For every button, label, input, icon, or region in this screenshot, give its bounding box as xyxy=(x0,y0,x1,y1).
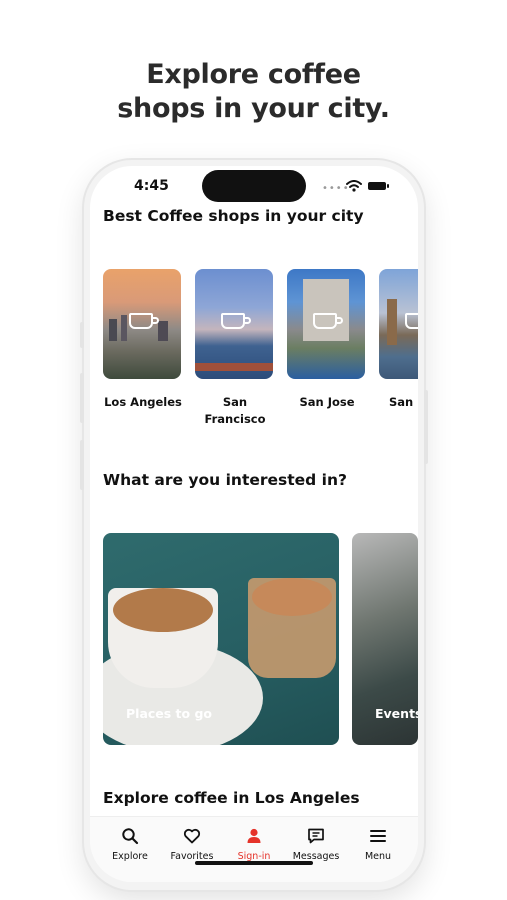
city-label-line1: San D xyxy=(389,395,418,409)
city-label: San Francisco xyxy=(195,394,275,428)
city-card-san-jose[interactable]: San Jose xyxy=(287,269,367,411)
city-card-san-francisco[interactable]: San Francisco xyxy=(195,269,275,428)
tab-bar: Explore Favorites Sign-in Messages Menu xyxy=(90,816,418,882)
latte-art-shape-2 xyxy=(252,578,332,616)
city-label: San D xyxy=(379,394,418,411)
home-indicator xyxy=(195,861,313,865)
city-label-line1: Los Angeles xyxy=(104,395,182,409)
interest-card-places-to-go[interactable]: Places to go xyxy=(103,533,339,745)
city-image-los-angeles xyxy=(103,269,181,379)
tab-sign-in[interactable]: Sign-in xyxy=(222,827,286,862)
phone-power-button xyxy=(424,390,428,464)
city-label: San Jose xyxy=(287,394,367,411)
city-card-los-angeles[interactable]: Los Angeles xyxy=(103,269,183,411)
heart-icon xyxy=(183,828,201,844)
interest-label: Events xyxy=(375,706,418,721)
interest-label: Places to go xyxy=(126,706,213,721)
explore-city-heading: Explore coffee in Los Angeles xyxy=(103,789,360,807)
best-shops-heading: Best Coffee shops in your city xyxy=(103,207,364,225)
interest-card-events[interactable]: Events xyxy=(352,533,418,745)
phone-mute-button xyxy=(80,322,84,348)
interests-heading: What are you interested in? xyxy=(103,471,347,489)
coffee-cup-icon xyxy=(405,313,418,329)
wifi-icon xyxy=(346,180,362,192)
person-icon xyxy=(247,828,261,843)
tab-favorites[interactable]: Favorites xyxy=(160,827,224,862)
dynamic-island xyxy=(202,170,306,202)
tab-menu[interactable]: Menu xyxy=(346,827,410,862)
city-image-san-francisco xyxy=(195,269,273,379)
coffee-cup-icon xyxy=(221,313,251,329)
coffee-cup-icon xyxy=(313,313,343,329)
status-time: 4:45 xyxy=(134,178,169,194)
city-image-san-jose xyxy=(287,269,365,379)
phone-volume-up-button xyxy=(80,373,84,423)
tab-label: Explore xyxy=(112,851,148,862)
city-label-line2: Francisco xyxy=(204,412,266,426)
phone-screen: 4:45 •••• Best Coffee shops in your city… xyxy=(90,166,418,882)
tab-explore[interactable]: Explore xyxy=(98,827,162,862)
search-icon xyxy=(122,828,139,845)
city-label: Los Angeles xyxy=(103,394,183,411)
latte-art-shape xyxy=(113,588,213,632)
city-image-san-diego xyxy=(379,269,418,379)
tab-label: Menu xyxy=(364,851,392,862)
battery-icon xyxy=(368,182,389,190)
message-icon xyxy=(308,828,324,844)
city-label-line1: San Jose xyxy=(299,395,355,409)
coffee-cup-icon xyxy=(129,313,159,329)
promo-headline: Explore coffee shops in your city. xyxy=(0,58,507,126)
tab-messages[interactable]: Messages xyxy=(284,827,348,862)
phone-volume-down-button xyxy=(80,440,84,490)
city-card-san-diego[interactable]: San D xyxy=(379,269,418,411)
menu-icon xyxy=(370,830,386,842)
promo-headline-line1: Explore coffee xyxy=(146,59,361,90)
city-label-line1: San xyxy=(222,395,248,409)
promo-headline-line2: shops in your city. xyxy=(117,93,390,124)
